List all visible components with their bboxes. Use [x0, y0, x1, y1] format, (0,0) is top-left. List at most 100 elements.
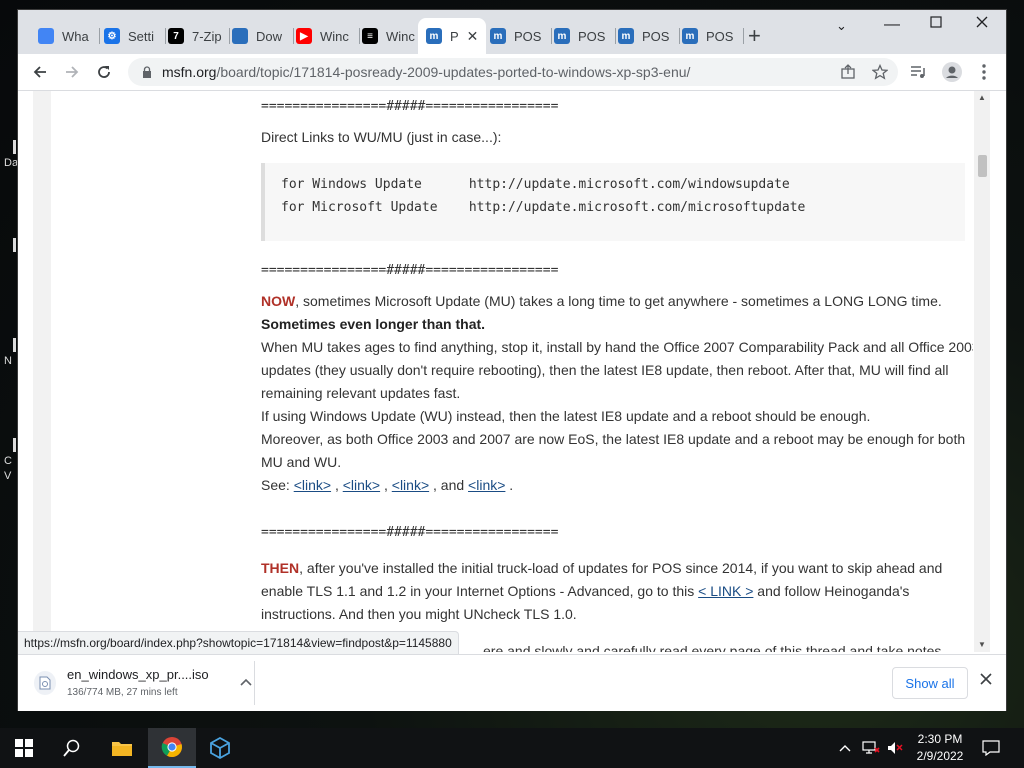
see-label: See: [261, 477, 290, 493]
address-bar[interactable]: msfn.org/board/topic/171814-posready-200… [128, 58, 898, 86]
separator-line: ================#####================= [261, 525, 559, 540]
chrome-icon [161, 737, 182, 758]
tab-close-icon[interactable]: ✕ [467, 28, 479, 45]
now-label: NOW [261, 293, 296, 309]
windows-logo-icon [15, 739, 33, 757]
msfn-icon: m [490, 28, 506, 44]
post-link[interactable]: <link> [392, 477, 429, 493]
forward-arrow-icon [66, 66, 79, 78]
desktop-icon-fragment[interactable] [13, 238, 16, 252]
profile-avatar-icon[interactable] [940, 60, 964, 84]
reload-button[interactable] [92, 60, 116, 84]
status-bar-url: https://msfn.org/board/index.php?showtop… [18, 631, 459, 655]
bold-line: Sometimes even longer than that. [261, 316, 486, 332]
vertical-scrollbar[interactable]: ▲ ▼ [974, 91, 990, 652]
tab-4[interactable]: ▶ Winc [288, 22, 360, 50]
lock-icon[interactable] [142, 66, 152, 78]
msfn-icon: m [426, 28, 442, 44]
tab-9[interactable]: m POS [610, 22, 680, 50]
menu-kebab-icon[interactable] [972, 60, 996, 84]
tab-label: Dow [256, 28, 283, 44]
scroll-up-arrow-icon[interactable]: ▲ [978, 93, 986, 102]
see-links-line: See: <link> , <link> , <link> , and <lin… [261, 477, 514, 493]
desktop-label-fragment: N [4, 355, 12, 367]
desktop-icon-fragment[interactable] [13, 140, 16, 154]
scroll-down-arrow-icon[interactable]: ▼ [978, 640, 986, 649]
forward-button[interactable] [60, 60, 84, 84]
and-word: and [440, 477, 465, 493]
tab-10[interactable]: m POS [674, 22, 744, 50]
download-progress: 136/774 MB, 27 mins left [67, 687, 178, 698]
sevenzip-icon: 7 [168, 28, 184, 44]
url-text[interactable]: msfn.org/board/topic/171814-posready-200… [162, 64, 690, 80]
back-arrow-icon [33, 66, 46, 78]
tab-5[interactable]: ≡ Winc [354, 22, 424, 50]
bookmark-star-icon[interactable] [868, 60, 892, 84]
tab-1[interactable]: ⚙ Setti [96, 22, 166, 50]
tab-2[interactable]: 7 7-Zip [160, 22, 230, 50]
file-explorer-button[interactable] [98, 728, 146, 768]
divider [254, 661, 255, 705]
then-paragraph: THEN, after you've installed the initial… [261, 557, 973, 626]
now-paragraph: NOW, sometimes Microsoft Update (MU) tak… [261, 290, 973, 313]
volume-muted-icon[interactable] [886, 728, 904, 768]
tab-6[interactable]: m P ✕ [418, 18, 486, 54]
notifications-icon[interactable] [982, 728, 1000, 768]
maximize-button[interactable] [930, 15, 942, 33]
taskbar: 2:30 PM 2/9/2022 [0, 728, 1024, 768]
search-icon [63, 739, 80, 757]
taskbar-clock[interactable]: 2:30 PM 2/9/2022 [905, 731, 975, 765]
desktop-label-fragment: Da [4, 157, 19, 169]
clock-time: 2:30 PM [917, 732, 963, 746]
back-button[interactable] [28, 60, 52, 84]
desktop-icon-fragment[interactable] [13, 438, 16, 452]
last-line-fragment: ere and slowly and carefully read every … [483, 643, 942, 652]
direct-links-heading: Direct Links to WU/MU (just in case...): [261, 129, 502, 145]
msfn-icon: m [682, 28, 698, 44]
page-viewport: ================#####================= D… [33, 91, 973, 652]
code-line: for Microsoft Update http://update.micro… [281, 200, 806, 215]
tab-label: Winc [320, 28, 349, 44]
share-icon[interactable] [836, 60, 860, 84]
reading-list-icon[interactable] [906, 60, 930, 84]
desktop-icon-fragment[interactable] [13, 338, 16, 352]
tls-link[interactable]: < LINK > [698, 583, 753, 599]
network-icon[interactable] [862, 728, 880, 768]
browser-window: Wha ⚙ Setti 7 7-Zip Dow ▶ Winc ≡ Winc m P ✕ m POS m POS m… [18, 10, 1006, 711]
code-block: for Windows Update http://update.microso… [261, 163, 965, 241]
close-window-button[interactable] [976, 15, 988, 33]
tab-label: 7-Zip [192, 28, 222, 44]
msfn-icon: m [554, 28, 570, 44]
tab-8[interactable]: m POS [546, 22, 616, 50]
chevron-up-icon[interactable] [240, 675, 252, 689]
tab-3[interactable]: Dow [224, 22, 294, 50]
tab-search-icon[interactable]: ⌄ [836, 18, 847, 34]
download-page-icon [232, 28, 248, 44]
cube-icon [210, 737, 230, 759]
tab-0[interactable]: Wha [30, 22, 100, 50]
tab-7[interactable]: m POS [482, 22, 552, 50]
scrollbar-thumb[interactable] [978, 155, 987, 177]
file-icon [34, 671, 56, 695]
search-button[interactable] [48, 728, 96, 768]
chrome-taskbar-button[interactable] [148, 728, 196, 768]
msfn-icon: m [618, 28, 634, 44]
tab-label: Wha [62, 28, 89, 44]
tab-label: POS [642, 28, 670, 44]
download-item[interactable]: en_windows_xp_pr....iso 136/774 MB, 27 m… [34, 665, 254, 705]
virtualbox-taskbar-button[interactable] [196, 728, 244, 768]
show-all-button[interactable]: Show all [892, 667, 968, 699]
tab-label: Setti [128, 28, 155, 44]
minimize-button[interactable]: — [884, 16, 900, 34]
close-download-bar-button[interactable] [980, 669, 992, 690]
close-icon [980, 673, 992, 685]
post-link[interactable]: <link> [294, 477, 331, 493]
post-link[interactable]: <link> [468, 477, 505, 493]
start-button[interactable] [0, 728, 48, 768]
tray-overflow-icon[interactable] [838, 728, 852, 768]
folder-icon [112, 742, 132, 756]
tab-label: POS [514, 28, 542, 44]
new-tab-button[interactable]: + [748, 25, 761, 47]
tab-strip: Wha ⚙ Setti 7 7-Zip Dow ▶ Winc ≡ Winc m P ✕ m POS m POS m… [18, 10, 1006, 54]
post-link[interactable]: <link> [343, 477, 380, 493]
